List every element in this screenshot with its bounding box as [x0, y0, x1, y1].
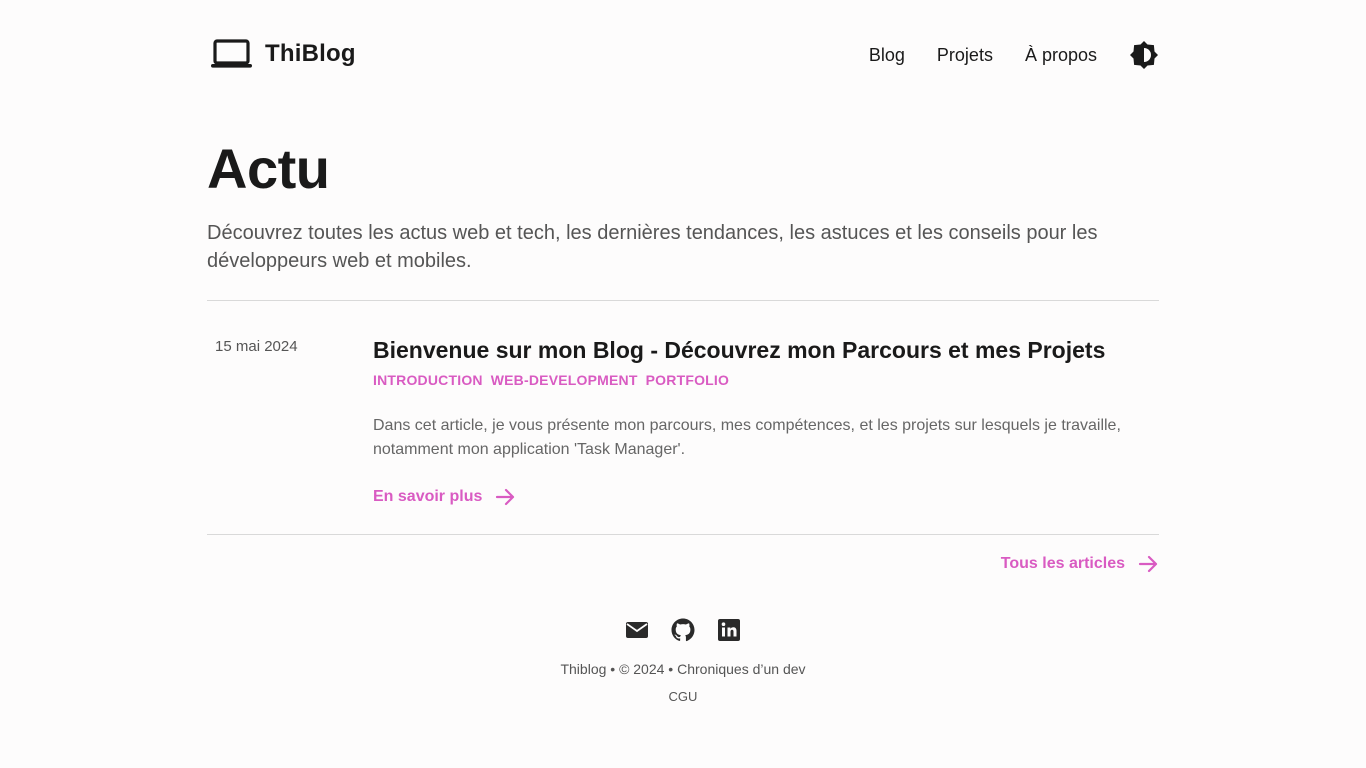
nav-blog[interactable]: Blog	[869, 38, 905, 72]
site-footer: Thiblog • © 2024 • Chroniques d’un dev C…	[0, 615, 1366, 706]
site-header: ThiBlog Blog Projets À propos	[207, 0, 1159, 110]
page-lead: Découvrez toutes les actus web et tech, …	[207, 222, 1098, 272]
read-more-link[interactable]: En savoir plus	[373, 486, 516, 508]
social-links	[0, 615, 1366, 645]
theme-toggle-icon[interactable]	[1129, 40, 1159, 70]
laptop-icon	[210, 38, 253, 70]
arrow-right-icon	[1137, 553, 1159, 575]
brand-link[interactable]: ThiBlog	[210, 38, 356, 70]
main-nav: Blog Projets À propos	[869, 38, 1159, 72]
article-date: 15 mai 2024	[215, 338, 298, 355]
nav-projets[interactable]: Projets	[937, 38, 993, 72]
mail-icon[interactable]	[625, 618, 649, 642]
article-card: 15 mai 2024 Bienvenue sur mon Blog - Déc…	[207, 301, 1159, 534]
page-container: ThiBlog Blog Projets À propos Actu Décou…	[207, 0, 1159, 535]
footer-copyright: Thiblog • © 2024 • Chroniques d’un dev	[560, 661, 806, 677]
cgu-link[interactable]: CGU	[669, 689, 698, 704]
all-articles-label: Tous les articles	[1000, 555, 1125, 572]
linkedin-icon[interactable]	[717, 618, 741, 642]
page-title: Actu	[207, 137, 330, 200]
github-icon[interactable]	[671, 618, 695, 642]
article-tags: INTRODUCTION WEB-DEVELOPMENT PORTFOLIO	[373, 372, 1159, 388]
article-excerpt: Dans cet article, je vous présente mon p…	[373, 417, 1121, 458]
divider-bottom	[207, 534, 1159, 535]
article-body: Bienvenue sur mon Blog - Découvrez mon P…	[373, 336, 1159, 508]
read-more-label: En savoir plus	[373, 488, 483, 505]
brand-name: ThiBlog	[265, 40, 356, 67]
tag-introduction[interactable]: INTRODUCTION	[373, 372, 483, 388]
arrow-right-icon	[494, 486, 516, 508]
article-title-link[interactable]: Bienvenue sur mon Blog - Découvrez mon P…	[373, 337, 1105, 363]
tag-web-development[interactable]: WEB-DEVELOPMENT	[491, 372, 638, 388]
tag-portfolio[interactable]: PORTFOLIO	[646, 372, 729, 388]
all-articles-link[interactable]: Tous les articles	[1001, 553, 1159, 575]
nav-a-propos[interactable]: À propos	[1025, 38, 1097, 72]
